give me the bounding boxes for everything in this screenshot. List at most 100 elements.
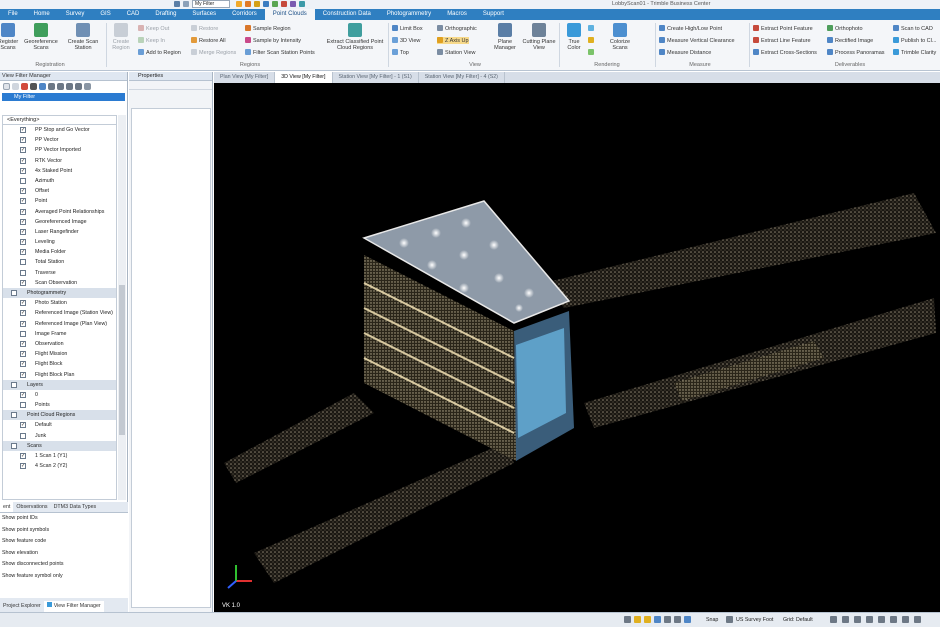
checkbox-checked[interactable]: ✓ <box>20 422 26 429</box>
filter-scan-station-points-button[interactable]: Filter Scan Station Points <box>245 49 315 56</box>
status-icon[interactable] <box>878 616 885 623</box>
checkbox-checked[interactable]: ✓ <box>20 218 26 225</box>
group-photogrammetry[interactable]: Photogrammetry <box>3 288 116 299</box>
new-filter-icon[interactable] <box>3 83 10 90</box>
checkbox-unchecked[interactable] <box>20 177 26 184</box>
checkbox-checked[interactable]: ✓ <box>20 391 26 398</box>
render-option-1[interactable] <box>588 25 596 32</box>
checkbox-checked[interactable]: ✓ <box>20 361 26 368</box>
extract-point-feature-button[interactable]: Extract Point Feature <box>753 25 813 32</box>
checkbox-checked[interactable]: ✓ <box>20 239 26 246</box>
option-show-feature-code[interactable]: Show feature code <box>0 536 128 548</box>
filter-item[interactable]: Azimuth <box>3 176 116 186</box>
checkbox-checked[interactable]: ✓ <box>20 340 26 347</box>
tab-cad[interactable]: CAD <box>119 9 148 20</box>
grid-indicator[interactable]: Grid: Default <box>783 617 813 624</box>
option-show-point-ids[interactable]: Show point IDs <box>0 513 128 525</box>
create-scan-station-button[interactable]: Create Scan Station <box>64 23 102 51</box>
zoom-icon[interactable] <box>254 1 260 7</box>
checkbox-checked[interactable]: ✓ <box>20 157 26 164</box>
help-icon[interactable] <box>84 83 91 90</box>
filter-item[interactable]: ✓ Flight Block Plan <box>3 370 116 380</box>
filter-item[interactable]: ✓ Flight Mission <box>3 349 116 359</box>
filter-item[interactable]: ✓ RTK Vector <box>3 156 116 166</box>
option-show-elevation[interactable]: Show elevation <box>0 548 128 560</box>
checkbox-checked[interactable]: ✓ <box>20 351 26 358</box>
3d-view-button[interactable]: 3D View <box>392 37 420 44</box>
option-show-disconnected-points[interactable]: Show disconnected points <box>0 559 128 571</box>
tab-surfaces[interactable]: Surfaces <box>184 9 224 20</box>
checkbox-checked[interactable]: ✓ <box>20 198 26 205</box>
checkbox-checked[interactable]: ✓ <box>20 279 26 286</box>
checkbox-checked[interactable]: ✓ <box>20 453 26 459</box>
rectified-image-button[interactable]: Rectified Image <box>827 37 873 44</box>
sample-by-intensity-button[interactable]: Sample by Intensity <box>245 37 301 44</box>
filter-scrollbar[interactable] <box>118 115 126 500</box>
scan-to-cad-button[interactable]: Scan to CAD <box>893 25 933 32</box>
tab-corridors[interactable]: Corridors <box>224 9 265 20</box>
units-indicator[interactable]: US Survey Foot <box>736 617 773 624</box>
filter-item[interactable]: Junk <box>3 431 116 441</box>
checkbox-unchecked[interactable] <box>20 402 26 409</box>
filter-item[interactable]: ✓ Laser Rangefinder <box>3 227 116 237</box>
group-point-cloud-regions[interactable]: Point Cloud Regions <box>3 410 116 421</box>
filter-item[interactable]: ✓ Georeferenced Image <box>3 217 116 227</box>
status-icon[interactable] <box>654 616 661 623</box>
create-high-low-button[interactable]: Create High/Low Point <box>659 25 722 32</box>
status-icon[interactable] <box>684 616 691 623</box>
filter-item[interactable]: Points <box>3 400 116 410</box>
tab-project-explorer[interactable]: Project Explorer <box>0 601 44 612</box>
measure-distance-button[interactable]: Measure Distance <box>659 49 711 56</box>
filter-item[interactable]: ✓ Averaged Point Relationships <box>3 207 116 217</box>
register-scans-button[interactable]: Register Scans <box>0 23 20 51</box>
layers-icon[interactable] <box>290 1 296 7</box>
add-to-region-button[interactable]: Add to Region <box>138 49 181 56</box>
copy-filter-icon[interactable] <box>12 83 19 90</box>
trimble-clarity-button[interactable]: Trimble Clarity <box>893 49 936 56</box>
tab-view-filter-manager[interactable]: View Filter Manager <box>43 601 104 612</box>
snap-icon[interactable] <box>299 1 305 7</box>
status-icon[interactable] <box>634 616 641 623</box>
layers-icon[interactable] <box>48 83 55 90</box>
station-view-button[interactable]: Station View <box>437 49 475 56</box>
checkbox-unchecked[interactable] <box>20 330 26 337</box>
settings-icon[interactable] <box>39 83 46 90</box>
z-axis-up-button[interactable]: Z Axis Up <box>437 37 469 44</box>
filter-item[interactable]: Image Frame <box>3 329 116 339</box>
filter-item[interactable]: ✓ Point <box>3 196 116 206</box>
extract-classified-button[interactable]: Extract Classified Point Cloud Regions <box>325 23 385 51</box>
tab-3d-view[interactable]: 3D View [My Filter] <box>275 72 333 83</box>
status-icon[interactable] <box>644 616 651 623</box>
status-icon[interactable] <box>830 616 837 623</box>
limit-box-button[interactable]: Limit Box <box>392 25 423 32</box>
checkbox-checked[interactable]: ✓ <box>20 320 26 327</box>
selected-filter[interactable]: My Filter <box>2 93 125 101</box>
colorize-scans-button[interactable]: Colorize Scans <box>604 23 636 51</box>
status-icon[interactable] <box>624 616 631 623</box>
top-view-button[interactable]: Top <box>392 49 409 56</box>
checkbox-unchecked[interactable] <box>20 432 26 439</box>
group-checkbox[interactable] <box>11 290 17 296</box>
tab-macros[interactable]: Macros <box>439 9 475 20</box>
measure-icon[interactable] <box>281 1 287 7</box>
filter-item[interactable]: ✓ Leveling <box>3 237 116 247</box>
keep-out-button[interactable]: Keep Out <box>138 25 169 32</box>
everything-dropdown[interactable]: <Everything> <box>3 116 116 125</box>
publish-to-clarity-button[interactable]: Publish to Cl... <box>893 37 936 44</box>
status-icon[interactable] <box>866 616 873 623</box>
tab-photogrammetry[interactable]: Photogrammetry <box>379 9 439 20</box>
filter-item[interactable]: ✓ Observation <box>3 339 116 349</box>
checkbox-checked[interactable]: ✓ <box>20 300 26 307</box>
orthophoto-button[interactable]: Orthophoto <box>827 25 863 32</box>
georeference-scans-button[interactable]: Georeference Scans <box>22 23 60 51</box>
checkbox-unchecked[interactable] <box>20 259 26 266</box>
checkbox-checked[interactable]: ✓ <box>20 147 26 154</box>
filter-item[interactable]: ✓ Flight Block <box>3 359 116 369</box>
scrollbar-thumb[interactable] <box>119 285 125 435</box>
tab-drafting[interactable]: Drafting <box>147 9 184 20</box>
create-region-button[interactable]: Create Region <box>107 23 135 51</box>
group-checkbox[interactable] <box>11 381 17 388</box>
pan-icon[interactable] <box>245 1 251 7</box>
tab-gis[interactable]: GIS <box>92 9 118 20</box>
tab-construction-data[interactable]: Construction Data <box>315 9 379 20</box>
